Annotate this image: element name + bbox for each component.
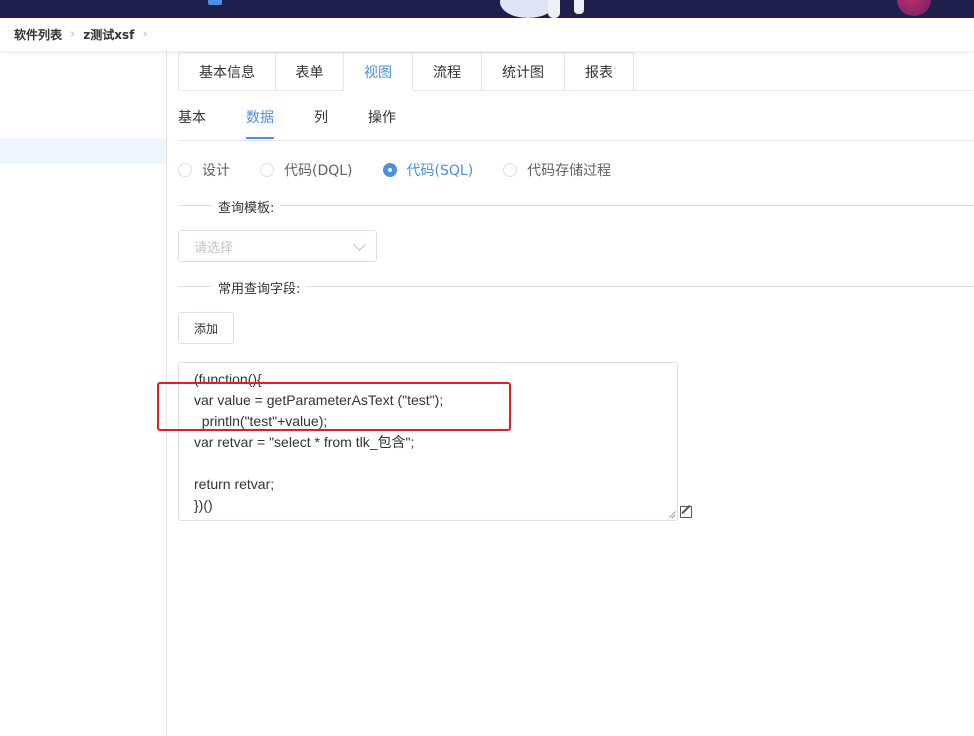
breadcrumb-item-current[interactable]: z测试xsf: [83, 26, 134, 43]
radio-design[interactable]: 设计: [178, 160, 230, 180]
secondary-tabs: 基本 数据 列 操作: [178, 99, 396, 141]
header-illustration-part: [548, 0, 560, 18]
breadcrumb: 软件列表 › z测试xsf ›: [0, 18, 974, 51]
radio-label: 代码存储过程: [527, 163, 612, 179]
section-divider: [178, 205, 974, 206]
radio-circle-icon: [382, 163, 397, 177]
tab-workflow[interactable]: 流程: [413, 52, 482, 91]
resize-handle-icon[interactable]: [668, 510, 676, 518]
tab-report[interactable]: 报表: [565, 52, 634, 91]
radio-circle-icon: [503, 163, 518, 177]
tabs-divider: [634, 90, 974, 91]
primary-tabs: 基本信息 表单 视图 流程 统计图 报表: [178, 52, 634, 91]
radio-label: 代码(SQL): [406, 163, 474, 179]
tab-form[interactable]: 表单: [276, 52, 344, 91]
top-navbar: [0, 0, 974, 18]
add-button[interactable]: 添加: [178, 312, 234, 344]
edit-icon[interactable]: [680, 506, 692, 518]
radio-circle-icon: [260, 163, 274, 177]
select-placeholder: 请选择: [194, 240, 234, 256]
code-line: })(): [194, 497, 213, 513]
header-illustration-part: [574, 0, 584, 14]
user-avatar[interactable]: [897, 0, 931, 16]
query-template-select[interactable]: 请选择: [178, 230, 377, 262]
code-line: var retvar = "select * from tlk_包含";: [194, 434, 415, 450]
radio-code-stored-procedure[interactable]: 代码存储过程: [503, 160, 611, 180]
radio-code-sql[interactable]: 代码(SQL): [382, 160, 474, 180]
radio-label: 设计: [202, 163, 230, 179]
chevron-down-icon: [353, 238, 366, 251]
tab-actions[interactable]: 操作: [368, 99, 396, 135]
radio-label: 代码(DQL): [284, 163, 353, 179]
radio-code-dql[interactable]: 代码(DQL): [260, 160, 353, 180]
sidebar: [0, 51, 167, 736]
breadcrumb-item-software-list[interactable]: 软件列表: [14, 26, 62, 43]
mode-radio-group: 设计 代码(DQL) 代码(SQL) 代码存储过程: [178, 160, 641, 180]
tab-basic[interactable]: 基本: [178, 99, 206, 135]
highlight-annotation-box: [157, 382, 511, 431]
chevron-right-icon: ›: [70, 27, 76, 42]
tab-chart[interactable]: 统计图: [482, 52, 565, 91]
tabs-divider: [178, 140, 974, 141]
logo-fragment: [208, 0, 222, 5]
query-template-label: 查询模板:: [212, 197, 281, 216]
tab-basic-info[interactable]: 基本信息: [178, 52, 276, 91]
sidebar-item-selected[interactable]: [0, 138, 166, 164]
common-fields-label: 常用查询字段:: [212, 278, 307, 297]
chevron-right-icon: ›: [142, 27, 148, 42]
tab-columns[interactable]: 列: [314, 99, 328, 135]
tab-view[interactable]: 视图: [344, 52, 413, 91]
tab-data[interactable]: 数据: [246, 99, 274, 139]
radio-circle-icon: [178, 163, 192, 177]
code-line: return retvar;: [194, 476, 275, 492]
